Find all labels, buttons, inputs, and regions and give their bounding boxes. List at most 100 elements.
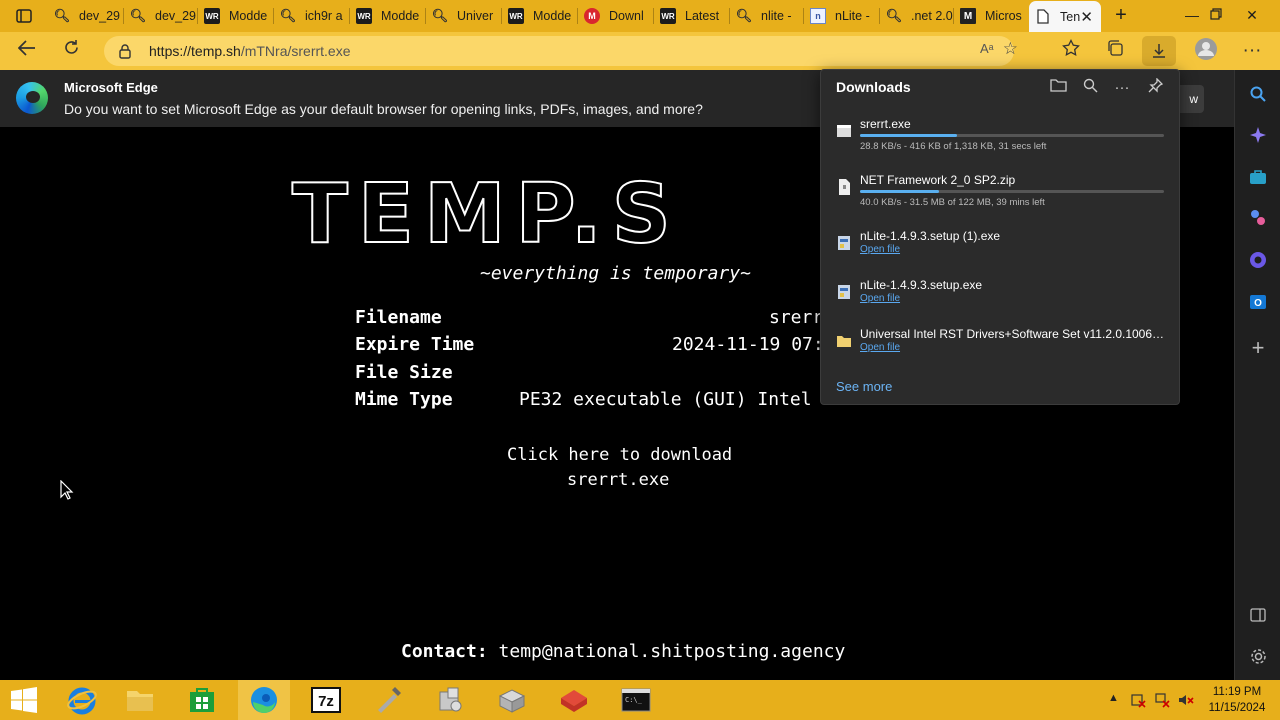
sidebar-copilot-icon[interactable] — [1248, 125, 1268, 145]
download-link[interactable]: Click here to download — [507, 445, 732, 465]
download-item[interactable]: nLite-1.4.9.3.setup (1).exe Open file — [821, 229, 1179, 277]
restore-icon — [1210, 8, 1222, 20]
show-hidden-icons-icon[interactable]: ▲ — [1108, 692, 1119, 704]
download-filename[interactable]: srerrt.exe — [860, 117, 1166, 131]
download-filename[interactable]: NET Framework 2_0 SP2.zip — [860, 173, 1166, 187]
sidebar-settings-icon[interactable] — [1248, 646, 1268, 666]
download-item[interactable]: NET Framework 2_0 SP2.zip 40.0 KB/s - 31… — [821, 173, 1179, 221]
see-more-link[interactable]: See more — [836, 379, 892, 394]
download-filename[interactable]: nLite-1.4.9.3.setup.exe — [860, 278, 1166, 292]
7zip-icon: 7z — [311, 687, 341, 713]
tab-dev29-2[interactable]: 🔍︎ dev_29 — [124, 0, 198, 32]
tab-label: nlite - — [761, 9, 792, 23]
profile-button[interactable] — [1192, 37, 1220, 65]
close-tab-icon[interactable]: ✕ — [1080, 8, 1093, 26]
sidebar-tools-icon[interactable] — [1248, 208, 1268, 228]
tab-nlite-search[interactable]: 🔍︎ nlite - — [730, 0, 804, 32]
add-favorite-icon[interactable]: ☆ — [1003, 39, 1018, 59]
tab-net20[interactable]: 🔍︎ .net 2.0 — [880, 0, 954, 32]
tab-dev29-1[interactable]: 🔍︎ dev_29 — [48, 0, 124, 32]
download-item[interactable]: srerrt.exe 28.8 KB/s - 416 KB of 1,318 K… — [821, 117, 1179, 165]
system-clock[interactable]: 11:19 PM 11/15/2024 — [1204, 684, 1270, 716]
svg-text:7z: 7z — [318, 693, 334, 710]
tab-label: .net 2.0 — [911, 9, 953, 23]
network-icon[interactable] — [1154, 692, 1170, 708]
wr-icon: WR — [660, 8, 676, 24]
minimize-button[interactable]: — — [1180, 4, 1204, 26]
sidebar-hide-icon[interactable] — [1248, 605, 1268, 625]
open-file-link[interactable]: Open file — [860, 342, 900, 353]
sidebar-search-icon[interactable] — [1248, 84, 1268, 104]
open-folder-icon[interactable] — [1048, 78, 1068, 98]
tab-label: Ten — [1060, 9, 1081, 24]
download-item[interactable]: Universal Intel RST Drivers+Software Set… — [821, 327, 1179, 375]
sidebar-add-icon[interactable]: + — [1248, 335, 1268, 360]
lock-icon[interactable] — [118, 43, 132, 59]
tab-modde-3[interactable]: WR Modde — [502, 0, 578, 32]
tab-ich9r[interactable]: 🔍︎ ich9r a — [274, 0, 350, 32]
download-filename[interactable]: srerrt.exe — [567, 470, 669, 490]
sidebar-games-icon[interactable] — [1248, 250, 1268, 270]
tab-label: Modde — [381, 9, 420, 23]
nlite-icon — [498, 689, 526, 713]
favorites-button[interactable] — [1058, 39, 1084, 63]
tab-temp-active[interactable]: Ten ✕ — [1029, 1, 1101, 32]
more-options-icon[interactable]: ··· — [1112, 78, 1132, 98]
downloads-button[interactable] — [1142, 36, 1176, 66]
search-downloads-icon[interactable] — [1080, 78, 1100, 98]
open-file-link[interactable]: Open file — [860, 293, 900, 304]
taskbar-edge[interactable] — [238, 680, 290, 720]
taskbar-cmd[interactable]: C:\_ — [610, 680, 662, 720]
clock-time: 11:19 PM — [1212, 686, 1262, 698]
collections-button[interactable] — [1102, 39, 1128, 63]
new-tab-button[interactable]: + — [1110, 4, 1132, 26]
tab-label: Downl — [609, 9, 644, 23]
back-button[interactable] — [14, 39, 40, 63]
taskbar-ie[interactable] — [56, 680, 108, 720]
edge-icon — [251, 687, 277, 713]
download-filename[interactable]: nLite-1.4.9.3.setup (1).exe — [860, 229, 1166, 243]
collections-icon — [1108, 40, 1123, 56]
open-file-link[interactable]: Open file — [860, 244, 900, 255]
windows-start-icon[interactable] — [10, 687, 38, 713]
address-bar[interactable]: https://temp.sh/mTNra/srerrt.exe Aᵃ ☆ — [104, 36, 1018, 66]
document-icon — [1035, 9, 1051, 25]
tab-modde-2[interactable]: WR Modde — [350, 0, 426, 32]
taskbar-app-installer[interactable] — [424, 680, 476, 720]
taskbar-app-red[interactable] — [548, 680, 600, 720]
tab-univer[interactable]: 🔍︎ Univer — [426, 0, 502, 32]
expire-time-value: 2024-11-19 07: — [672, 334, 824, 355]
tab-modde-1[interactable]: WR Modde — [198, 0, 274, 32]
pin-icon[interactable] — [1145, 77, 1165, 98]
action-center-flag-icon[interactable] — [1130, 692, 1146, 708]
url-text[interactable]: https://temp.sh/mTNra/srerrt.exe — [149, 43, 351, 59]
sidebar-outlook-icon[interactable]: O — [1248, 292, 1268, 312]
banner-message: Do you want to set Microsoft Edge as you… — [64, 101, 703, 117]
sidebar-shopping-icon[interactable] — [1248, 167, 1268, 187]
taskbar-7zip[interactable]: 7z — [300, 680, 352, 720]
download-filename[interactable]: Universal Intel RST Drivers+Software Set… — [860, 327, 1166, 341]
download-progress-bar — [860, 190, 1164, 193]
taskbar-file-explorer[interactable] — [114, 680, 166, 720]
tab-nlite[interactable]: n nLite - — [804, 0, 880, 32]
contact-label: Contact: — [401, 641, 488, 662]
tab-actions-button[interactable] — [8, 5, 40, 27]
download-status: 28.8 KB/s - 416 KB of 1,318 KB, 31 secs … — [860, 141, 1047, 152]
volume-muted-icon[interactable] — [1178, 692, 1194, 708]
restore-button[interactable] — [1204, 4, 1228, 26]
search-icon: 🔍︎ — [431, 8, 449, 23]
read-aloud-icon[interactable]: Aᵃ — [980, 41, 994, 56]
package-icon — [561, 690, 587, 712]
tab-downl[interactable]: M Downl — [578, 0, 654, 32]
taskbar-app-nlite[interactable] — [486, 680, 538, 720]
close-window-button[interactable]: ✕ — [1240, 4, 1264, 26]
settings-more-button[interactable]: ··· — [1239, 39, 1265, 63]
contact-email[interactable]: temp@national.shitposting.agency — [499, 641, 846, 662]
taskbar: 7z C:\_ ▲ 11:19 PM 11/15/2024 — [0, 680, 1280, 720]
tab-micros[interactable]: M Micros — [954, 0, 1028, 32]
refresh-button[interactable] — [58, 39, 84, 63]
taskbar-app-tool[interactable] — [362, 680, 414, 720]
download-item[interactable]: nLite-1.4.9.3.setup.exe Open file — [821, 278, 1179, 326]
tab-latest[interactable]: WR Latest — [654, 0, 730, 32]
taskbar-store[interactable] — [176, 680, 228, 720]
